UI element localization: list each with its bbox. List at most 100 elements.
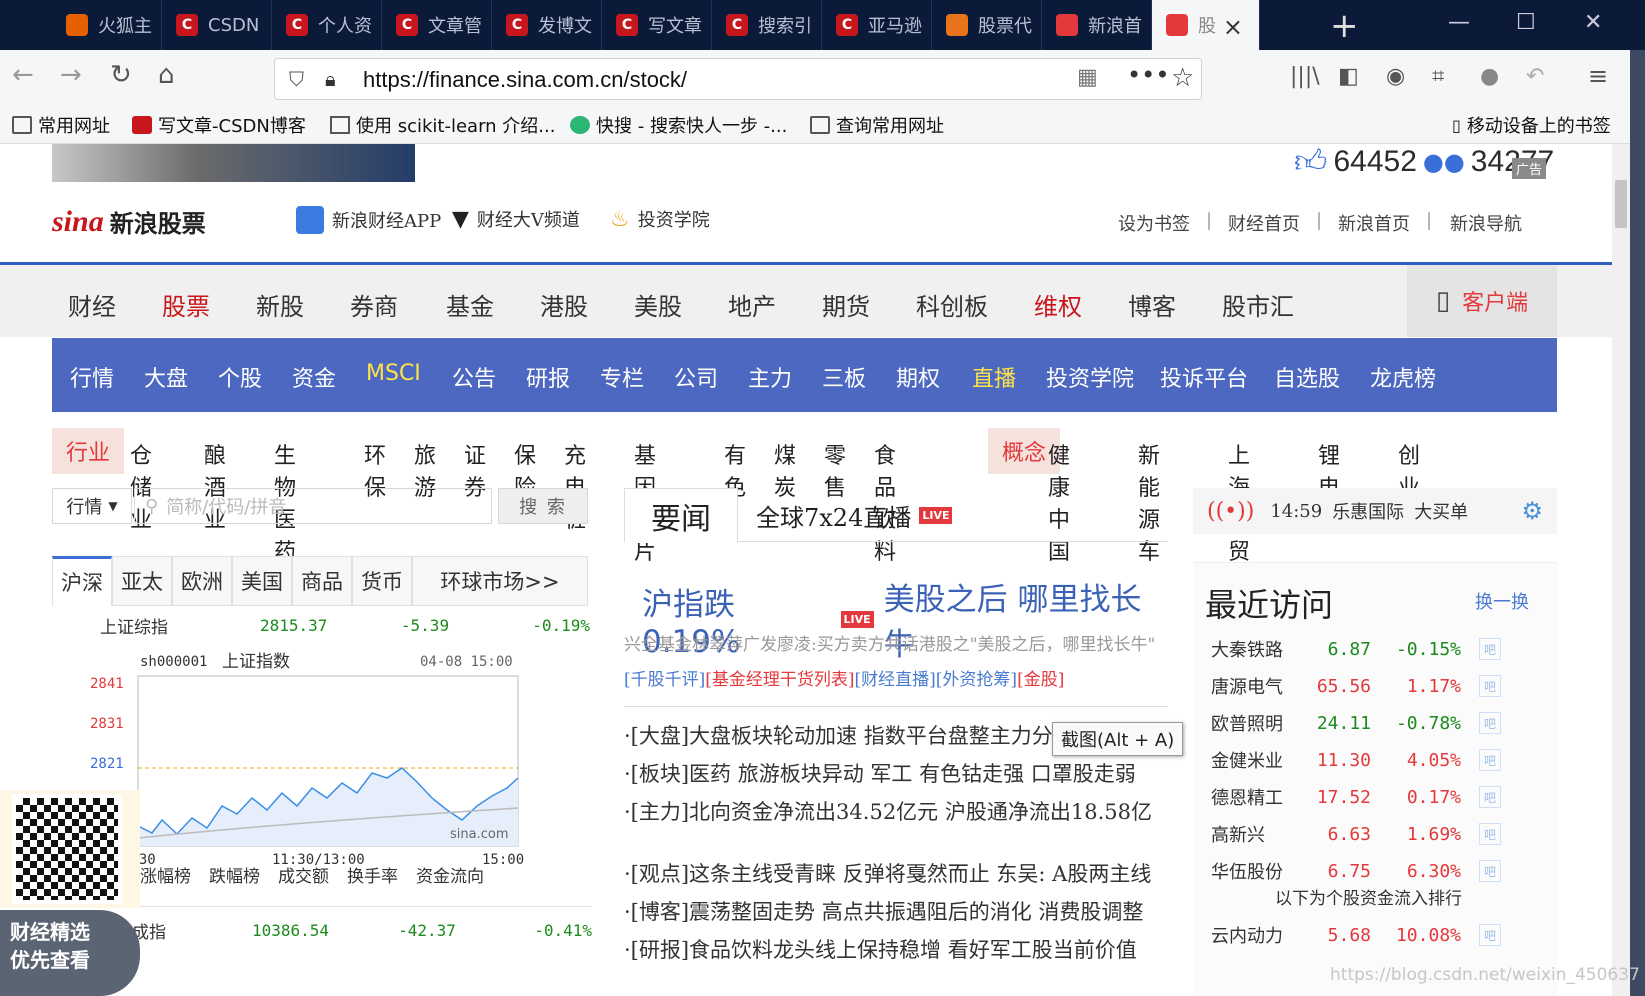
summary-link[interactable]: [外资抢筹] <box>936 670 1017 690</box>
qrcode-icon[interactable]: ▦ <box>1077 65 1098 90</box>
recent-stock-row[interactable]: 金健米业 11.30 4.05% 吧 <box>1211 745 1511 775</box>
sidebar-icon[interactable]: ◧ <box>1338 64 1359 89</box>
sub-nav-item[interactable]: 龙虎榜 <box>1370 361 1436 393</box>
summary-link[interactable]: [千股千评] <box>624 670 705 690</box>
market-tab[interactable]: 亚太 <box>112 556 172 606</box>
browser-tab[interactable]: 股票代 <box>932 0 1042 50</box>
browser-tab[interactable]: 股 × <box>1152 0 1260 50</box>
bookmark-kuaisou[interactable]: 快搜 - 搜索快人一步 -... <box>570 112 787 138</box>
main-nav-item[interactable]: 股市汇 <box>1222 287 1294 322</box>
sub-nav-item[interactable]: 大盘 <box>144 361 188 393</box>
academy-link[interactable]: ♨ 投资学院 <box>610 206 710 232</box>
close-window-icon[interactable]: ✕ <box>1584 10 1602 35</box>
screenshot-icon[interactable]: ⌗ <box>1432 64 1444 89</box>
new-tab-icon[interactable]: + <box>1330 6 1359 46</box>
shield-icon[interactable]: ⛉ <box>289 67 304 91</box>
stock-bar-link[interactable]: 吧 <box>1479 712 1501 734</box>
main-nav-item[interactable]: 博客 <box>1128 287 1176 322</box>
market-tab[interactable]: 沪深 <box>52 556 112 606</box>
home-icon[interactable]: ⌂ <box>158 60 175 90</box>
browser-tab[interactable]: C 写文章 <box>602 0 712 50</box>
sub-nav-item[interactable]: 资金 <box>292 361 336 393</box>
switch-link[interactable]: 换一换 <box>1475 588 1529 614</box>
stock-bar-link[interactable]: 吧 <box>1479 924 1501 946</box>
news-item[interactable]: ·[博客]震荡整固走势 高点共振遇阻后的消化 消费股调整 <box>624 896 1154 926</box>
recent-stock-row[interactable]: 德恩精工 17.52 0.17% 吧 <box>1211 782 1511 812</box>
account-icon[interactable]: ◉ <box>1386 64 1405 89</box>
qr-promo[interactable]: 财经精选 优先查看 <box>0 790 140 996</box>
close-tab-icon[interactable]: × <box>1223 13 1243 41</box>
rank-link[interactable]: 跌幅榜 <box>209 862 260 887</box>
live-ticker[interactable]: ((•)) 14:59 乐惠国际 大买单 ⚙ <box>1193 488 1557 534</box>
browser-tab[interactable]: C 个人资 <box>272 0 382 50</box>
sub-nav-item[interactable]: 个股 <box>218 361 262 393</box>
mobile-bookmarks[interactable]: ▯ 移动设备上的书签 <box>1452 112 1611 138</box>
main-nav-item[interactable]: 券商 <box>350 287 398 322</box>
browser-tab[interactable]: C 搜索引 <box>712 0 822 50</box>
main-nav-item[interactable]: 财经 <box>68 287 116 322</box>
sina-nav-link[interactable]: 新浪导航 <box>1450 210 1522 236</box>
summary-text[interactable]: 兴全基金林翠萍广发廖凌:买方卖方共话港股之"美股之后，哪里找长牛" <box>624 635 1155 655</box>
sub-nav-item[interactable]: 期权 <box>896 361 940 393</box>
library-icon[interactable]: |||\ <box>1290 64 1320 89</box>
recent-stock-row[interactable]: 华伍股份 6.75 6.30% 吧 <box>1211 856 1511 886</box>
rank-link[interactable]: 资金流向 <box>416 862 484 887</box>
maximize-icon[interactable]: ☐ <box>1516 10 1536 35</box>
sub-nav-item[interactable]: 自选股 <box>1274 361 1340 393</box>
sub-nav-item[interactable]: 公告 <box>452 361 496 393</box>
index-mini-chart[interactable]: sh000001 上证指数 04-08 15:00 2841 2831 2821… <box>82 648 592 868</box>
main-nav-item[interactable]: 期货 <box>822 287 870 322</box>
browser-tab[interactable]: C 发博文 <box>492 0 602 50</box>
browser-tab[interactable]: C 文章管 <box>382 0 492 50</box>
main-nav-item[interactable]: 维权 <box>1034 287 1082 322</box>
reload-icon[interactable]: ↻ <box>110 60 132 90</box>
news-item[interactable]: ·[观点]这条主线受青睐 反弹将戛然而止 东吴: A股两主线 <box>624 858 1154 888</box>
gear-icon[interactable]: ⚙ <box>1521 497 1543 525</box>
sub-nav-item[interactable]: 研报 <box>526 361 570 393</box>
sub-nav-item[interactable]: 投诉平台 <box>1160 361 1248 393</box>
stock-bar-link[interactable]: 吧 <box>1479 823 1501 845</box>
sub-nav-item[interactable]: 行情 <box>70 361 114 393</box>
tab-live[interactable]: 全球7x24直播 LIVE <box>756 498 953 533</box>
market-tab[interactable]: 欧洲 <box>172 556 232 606</box>
browser-tab[interactable]: 新浪首 <box>1042 0 1152 50</box>
index-row[interactable]: 上证综指 2815.37 -5.39 -0.19% <box>100 610 590 640</box>
recent-stock-row[interactable]: 大秦铁路 6.87 -0.15% 吧 <box>1211 634 1511 664</box>
rank-link[interactable]: 换手率 <box>347 862 398 887</box>
bookmark-folder-query[interactable]: 查询常用网址 <box>810 112 944 138</box>
main-nav-item[interactable]: 股票 <box>162 287 210 322</box>
finance-home-link[interactable]: 财经首页 <box>1228 210 1300 236</box>
sub-nav-item[interactable]: 主力 <box>748 361 792 393</box>
summary-link[interactable]: [基金经理干货列表] <box>705 670 854 690</box>
client-button[interactable]: ▯ 客户端 <box>1407 265 1557 337</box>
set-bookmark-link[interactable]: 设为书签 <box>1118 210 1190 236</box>
summary-link[interactable]: [财经直播] <box>855 670 936 690</box>
main-nav-item[interactable]: 地产 <box>728 287 776 322</box>
stock-bar-link[interactable]: 吧 <box>1479 860 1501 882</box>
rank-link[interactable]: 成交额 <box>278 862 329 887</box>
sub-nav-item[interactable]: 公司 <box>674 361 718 393</box>
market-tab[interactable]: 美国 <box>232 556 292 606</box>
top-banner-image[interactable] <box>52 144 415 182</box>
news-item[interactable]: ·[研报]食品饮料龙头线上保持稳增 看好军工股当前价值 <box>624 934 1154 964</box>
index-row-2[interactable]: 成指 10386.54 -42.37 -0.41% <box>132 916 592 944</box>
tab-headlines[interactable]: 要闻 <box>624 488 738 543</box>
main-nav-item[interactable]: 科创板 <box>916 287 988 322</box>
recent-stock-row[interactable]: 欧普照明 24.11 -0.78% 吧 <box>1211 708 1511 738</box>
page-scrollbar[interactable] <box>1612 144 1630 996</box>
sub-nav-item[interactable]: MSCI <box>366 361 421 386</box>
stock-bar-link[interactable]: 吧 <box>1479 786 1501 808</box>
market-tab[interactable]: 商品 <box>292 556 352 606</box>
sub-nav-item[interactable]: 投资学院 <box>1046 361 1134 393</box>
sina-home-link[interactable]: 新浪首页 <box>1338 210 1410 236</box>
page-actions-icon[interactable]: ••• <box>1127 61 1169 89</box>
rank-link[interactable]: 涨幅榜 <box>140 862 191 887</box>
search-input[interactable]: ⚲ 简称/代码/拼音 <box>134 488 492 524</box>
sub-nav-item[interactable]: 三板 <box>822 361 866 393</box>
forward-icon[interactable]: → <box>60 60 82 90</box>
address-bar[interactable]: ⛉ 🔒︎ https://finance.sina.com.cn/stock/ … <box>274 58 1202 100</box>
search-type-select[interactable]: 行情 ▼ <box>52 488 132 524</box>
minimize-icon[interactable]: — <box>1448 10 1470 35</box>
browser-tab[interactable]: 火狐主 <box>52 0 162 50</box>
back-icon[interactable]: ← <box>12 60 34 90</box>
